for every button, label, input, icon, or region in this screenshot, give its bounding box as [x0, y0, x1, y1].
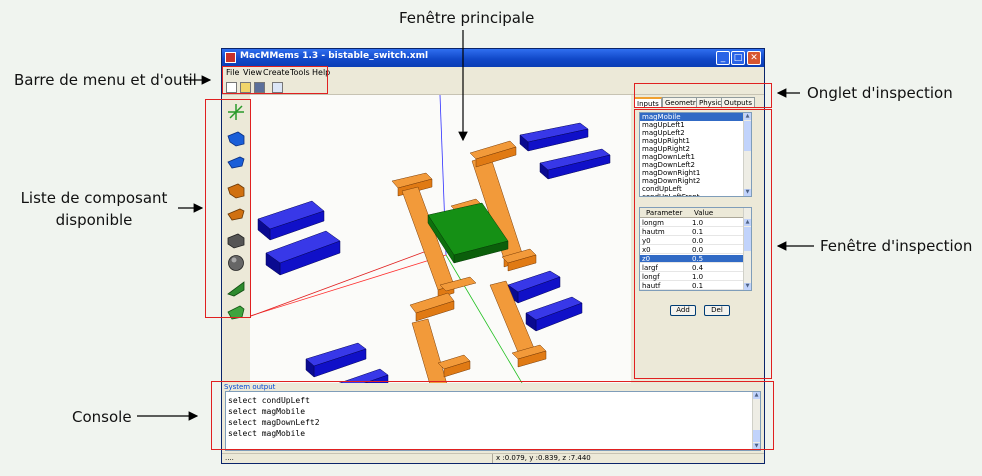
title-bar[interactable]: MacMMems 1.3 - bistable_switch.xml _ □ ✕ — [222, 49, 764, 67]
highlight-menu-toolbar — [222, 66, 328, 94]
magnet-down-right-2 — [525, 296, 583, 332]
highlight-inspector-tabs — [634, 83, 772, 108]
magnet-up-right-2 — [539, 148, 611, 180]
callout-inspector-tab: Onglet d'inspection — [807, 84, 953, 102]
status-coordinates: x :0.079, y :0.839, z :7.440 — [496, 454, 591, 462]
status-divider — [492, 454, 493, 463]
status-bar: .... x :0.079, y :0.839, z :7.440 — [222, 453, 764, 463]
callout-main-window: Fenêtre principale — [399, 9, 535, 27]
minimize-button[interactable]: _ — [716, 51, 730, 65]
close-button[interactable]: ✕ — [747, 51, 761, 65]
callout-components-line1: Liste de composant — [20, 189, 168, 207]
magnet-down-right-1 — [507, 270, 561, 304]
callout-components-list: Liste de composant disponible — [20, 187, 168, 231]
3d-viewport[interactable] — [250, 95, 631, 383]
status-left-text: .... — [225, 454, 234, 462]
callout-components-line2: disponible — [55, 211, 133, 229]
highlight-component-list — [205, 99, 251, 318]
maximize-button[interactable]: □ — [731, 51, 745, 65]
highlight-console — [211, 381, 774, 450]
magnet-down-left-1 — [305, 342, 367, 378]
magnet-up-right-1 — [519, 122, 589, 152]
highlight-inspector-window — [634, 109, 772, 379]
callout-console: Console — [72, 408, 132, 426]
window-title: MacMMems 1.3 - bistable_switch.xml — [240, 51, 429, 61]
callout-menu-toolbar: Barre de menu et d'outil — [14, 71, 197, 89]
callout-inspector-window: Fenêtre d'inspection — [820, 237, 973, 255]
app-logo-icon — [225, 52, 236, 63]
magnet-up-left-1 — [257, 200, 325, 241]
